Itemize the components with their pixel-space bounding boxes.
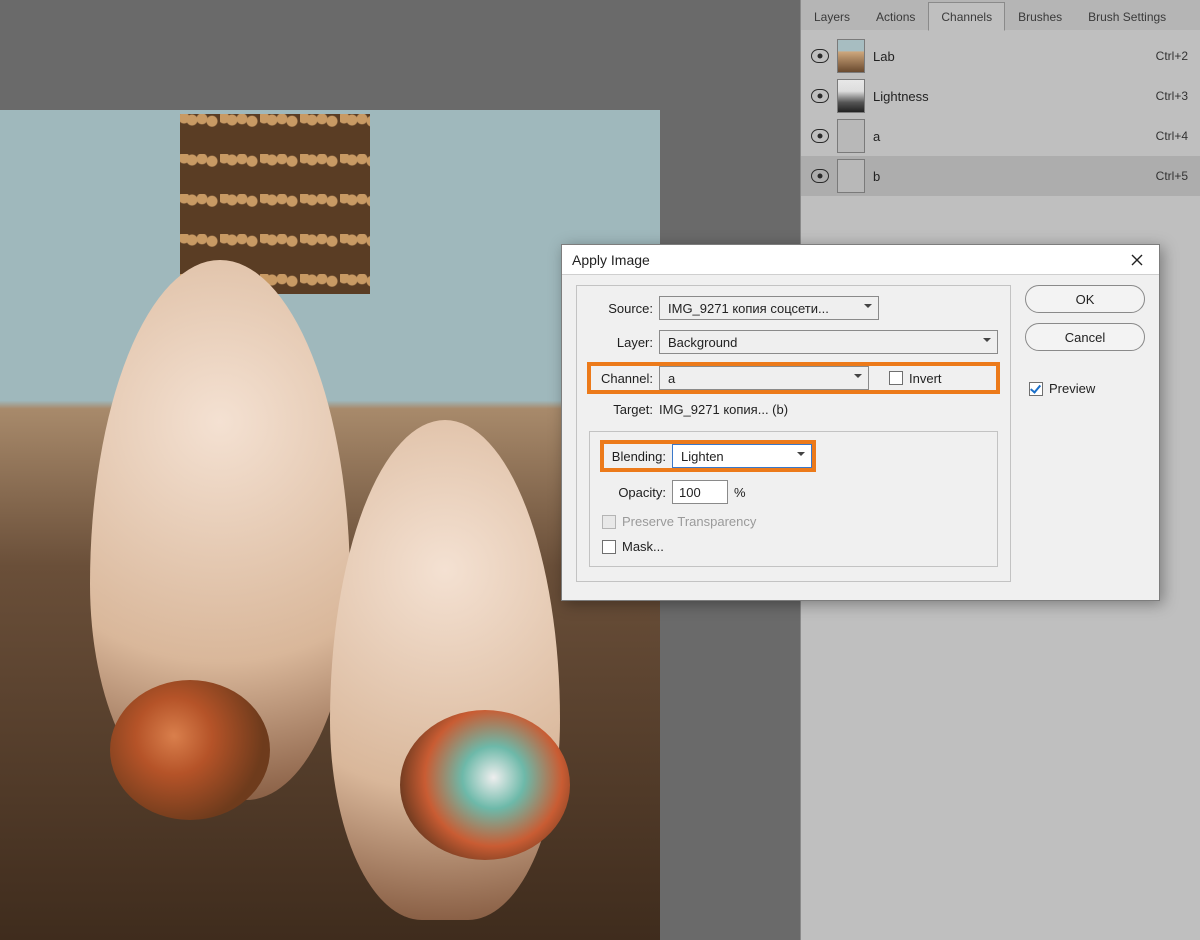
photo-decor (110, 680, 270, 820)
dialog-left-group: Source: IMG_9271 копия соцсети... Layer:… (576, 285, 1011, 582)
channels-list: Lab Ctrl+2 Lightness Ctrl+3 a Ctrl+4 b C… (801, 30, 1200, 202)
visibility-icon[interactable] (811, 129, 829, 143)
target-label: Target: (589, 402, 653, 417)
tab-brush-settings[interactable]: Brush Settings (1075, 2, 1179, 30)
visibility-icon[interactable] (811, 49, 829, 63)
blending-label: Blending: (602, 449, 666, 464)
mask-label: Mask... (622, 539, 664, 554)
visibility-icon[interactable] (811, 169, 829, 183)
mask-checkbox[interactable] (602, 540, 616, 554)
photo-decor (400, 710, 570, 860)
channel-row-lab[interactable]: Lab Ctrl+2 (801, 36, 1200, 76)
invert-checkbox[interactable] (889, 371, 903, 385)
chevron-down-icon (983, 338, 991, 346)
channel-thumb (837, 159, 865, 193)
cancel-button[interactable]: Cancel (1025, 323, 1145, 351)
source-value: IMG_9271 копия соцсети... (668, 301, 829, 316)
channel-shortcut: Ctrl+3 (1156, 89, 1188, 103)
blending-group: Blending: Lighten Opacity: 100 % Preserv (589, 431, 998, 567)
source-select[interactable]: IMG_9271 копия соцсети... (659, 296, 879, 320)
opacity-value: 100 (679, 485, 701, 500)
layer-value: Background (668, 335, 737, 350)
channel-label: b (873, 169, 1148, 184)
channel-thumb (837, 79, 865, 113)
dialog-right-column: OK Cancel Preview (1025, 285, 1145, 582)
chevron-down-icon (797, 452, 805, 460)
channel-row-b[interactable]: b Ctrl+5 (801, 156, 1200, 196)
close-icon[interactable] (1117, 246, 1157, 274)
dialog-titlebar[interactable]: Apply Image (562, 245, 1159, 275)
channel-label: Lab (873, 49, 1148, 64)
preview-checkbox[interactable] (1029, 382, 1043, 396)
channel-shortcut: Ctrl+4 (1156, 129, 1188, 143)
visibility-icon[interactable] (811, 89, 829, 103)
channel-thumb (837, 119, 865, 153)
channel-thumb (837, 39, 865, 73)
channel-shortcut: Ctrl+5 (1156, 169, 1188, 183)
opacity-unit: % (734, 485, 746, 500)
chevron-down-icon (854, 374, 862, 382)
tab-channels[interactable]: Channels (928, 2, 1005, 31)
channel-value: a (668, 371, 675, 386)
channel-row-highlight: Channel: a Invert (589, 364, 998, 392)
channel-label: Lightness (873, 89, 1148, 104)
chevron-down-icon (864, 304, 872, 312)
opacity-label: Opacity: (602, 485, 666, 500)
blending-select[interactable]: Lighten (672, 444, 812, 468)
opacity-input[interactable]: 100 (672, 480, 728, 504)
channel-row-lightness[interactable]: Lightness Ctrl+3 (801, 76, 1200, 116)
invert-label: Invert (909, 371, 942, 386)
panel-tab-bar: Layers Actions Channels Brushes Brush Se… (801, 0, 1200, 30)
layer-select[interactable]: Background (659, 330, 998, 354)
channel-row-a[interactable]: a Ctrl+4 (801, 116, 1200, 156)
tab-actions[interactable]: Actions (863, 2, 928, 30)
tab-brushes[interactable]: Brushes (1005, 2, 1075, 30)
apply-image-dialog: Apply Image Source: IMG_9271 копия соцсе… (561, 244, 1160, 601)
channel-label: a (873, 129, 1148, 144)
channel-select[interactable]: a (659, 366, 869, 390)
channel-shortcut: Ctrl+2 (1156, 49, 1188, 63)
channel-label: Channel: (589, 371, 653, 386)
blending-value: Lighten (681, 449, 724, 464)
preview-label: Preview (1049, 381, 1095, 396)
blending-row-highlight: Blending: Lighten (602, 442, 814, 470)
source-label: Source: (589, 301, 653, 316)
preserve-transparency-label: Preserve Transparency (622, 514, 756, 529)
preserve-transparency-checkbox (602, 515, 616, 529)
tab-layers[interactable]: Layers (801, 2, 863, 30)
ok-button[interactable]: OK (1025, 285, 1145, 313)
layer-label: Layer: (589, 335, 653, 350)
dialog-title: Apply Image (572, 252, 650, 268)
target-value: IMG_9271 копия... (b) (659, 402, 788, 417)
